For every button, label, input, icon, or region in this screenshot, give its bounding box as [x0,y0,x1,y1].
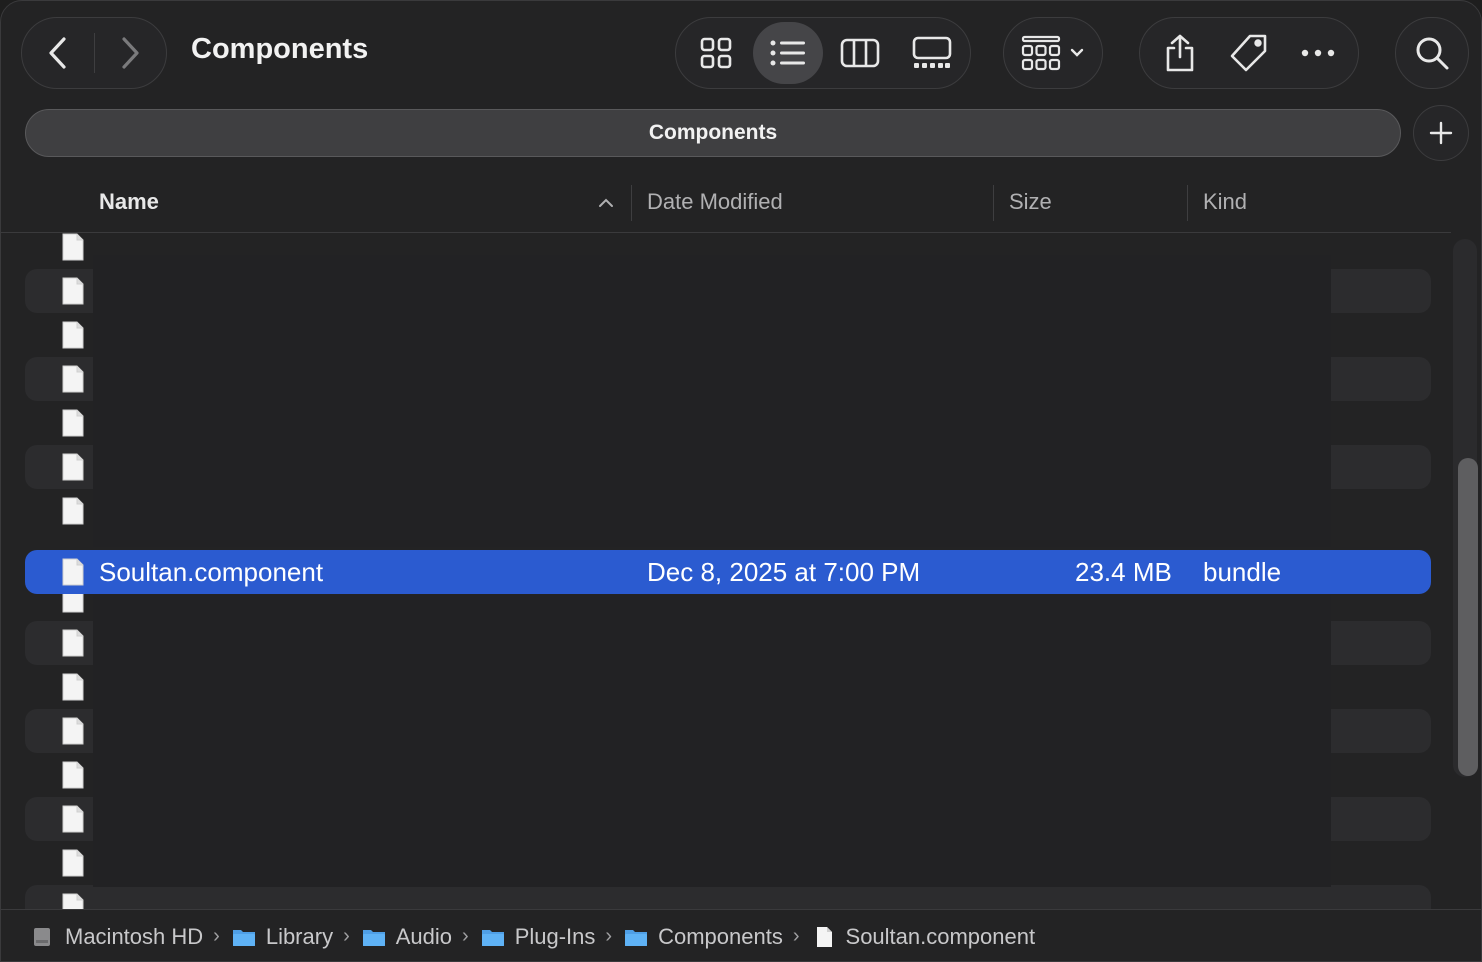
share-button[interactable] [1148,21,1212,85]
tab-components[interactable]: Components [25,109,1401,157]
more-button[interactable] [1286,21,1350,85]
folder-icon [624,927,648,947]
new-tab-button[interactable] [1413,105,1469,161]
bundle-file-icon [62,558,84,586]
breadcrumb-label: Library [265,923,334,949]
redacted-region [93,595,1331,887]
scrollbar-thumb[interactable] [1458,458,1478,776]
file-icon [812,926,836,947]
folder-icon [481,927,505,947]
size-column-header[interactable]: Size [1009,189,1052,215]
folder-icon [232,927,256,947]
column-separator [993,185,994,221]
breadcrumb-item[interactable]: Soultan.component [812,923,1036,950]
breadcrumb-separator: › [343,925,350,947]
table-row[interactable] [25,885,1431,909]
bundle-file-icon [62,805,84,833]
file-date: Dec 8, 2025 at 7:00 PM [647,557,921,587]
bundle-file-icon [62,849,84,877]
file-kind: bundle [1203,557,1282,587]
back-button[interactable] [22,17,94,89]
breadcrumb-label: Components [658,923,783,949]
breadcrumb-item[interactable]: Plug-Ins [481,923,596,950]
window-title: Components [191,33,369,65]
breadcrumb-label: Soultan.component [845,923,1036,949]
list-view-icon [770,40,805,66]
file-list: Soultan.component Dec 8, 2025 at 7:00 PM… [1,233,1451,909]
finder-window: Components Components Name Date Modified… [0,0,1482,962]
bundle-file-icon [62,409,84,437]
column-header: Name Date Modified Size Kind [1,177,1451,233]
redacted-region [93,255,1331,547]
bundle-file-icon [62,629,84,657]
search-button[interactable] [1395,17,1469,89]
date-column-header[interactable]: Date Modified [647,189,783,215]
tag-button[interactable] [1217,21,1281,85]
folder-icon [362,927,386,947]
breadcrumb-separator: › [792,925,800,947]
breadcrumb-label: Audio [395,923,453,949]
breadcrumb-separator: › [462,925,469,947]
icon-view-button[interactable] [681,22,750,84]
bundle-file-icon [62,453,84,481]
bundle-file-icon [62,233,84,261]
share-icon [1167,34,1194,72]
breadcrumb-item[interactable]: Audio [362,924,452,950]
bundle-file-icon [62,893,84,909]
more-icon [1301,49,1334,57]
gallery-view-button[interactable] [898,22,967,84]
sort-ascending-icon [599,198,613,207]
breadcrumb-label: Plug-Ins [514,923,596,949]
back-icon [49,37,66,69]
column-separator [631,185,632,221]
forward-button[interactable] [95,17,167,89]
bundle-file-icon [62,277,84,305]
breadcrumb-separator: › [605,925,613,947]
tag-icon [1230,34,1267,72]
action-buttons [1139,17,1359,89]
chevron-down-icon [1070,48,1084,57]
plus-icon [1429,121,1453,145]
file-name: Soultan.component [99,557,324,587]
view-switcher [675,17,971,89]
group-by-button[interactable] [1003,17,1103,89]
table-row-selected[interactable]: Soultan.component Dec 8, 2025 at 7:00 PM… [25,550,1431,594]
search-icon [1416,37,1449,70]
bundle-file-icon [62,717,84,745]
breadcrumb-item[interactable]: Components [624,924,783,950]
bundle-file-icon [62,365,84,393]
path-bar: Macintosh HD › Library › Audio › Plug-Ins › Comp… [1,909,1481,961]
gallery-view-icon [913,36,952,68]
column-view-button[interactable] [826,22,895,84]
kind-column-header[interactable]: Kind [1203,189,1247,215]
icon-view-icon [700,37,731,69]
tab-label: Components [648,121,778,144]
bundle-file-icon [62,761,84,789]
column-separator [1187,185,1188,221]
forward-icon [122,37,139,69]
bundle-file-icon [62,321,84,349]
group-icon [1021,35,1061,71]
breadcrumb-item[interactable]: Macintosh HD [31,924,203,950]
list-view-button[interactable] [753,22,823,84]
breadcrumb-label: Macintosh HD [65,923,204,949]
navigation-buttons [21,17,167,89]
name-column-header[interactable]: Name [99,189,159,215]
disk-icon [31,927,55,947]
breadcrumb-item[interactable]: Library [232,924,333,950]
file-size: 23.4 MB [1075,557,1172,587]
bundle-file-icon [62,673,84,701]
toolbar: Components [1,1,1481,101]
column-view-icon [840,38,880,68]
bundle-file-icon [62,497,84,525]
breadcrumb-separator: › [213,925,220,947]
